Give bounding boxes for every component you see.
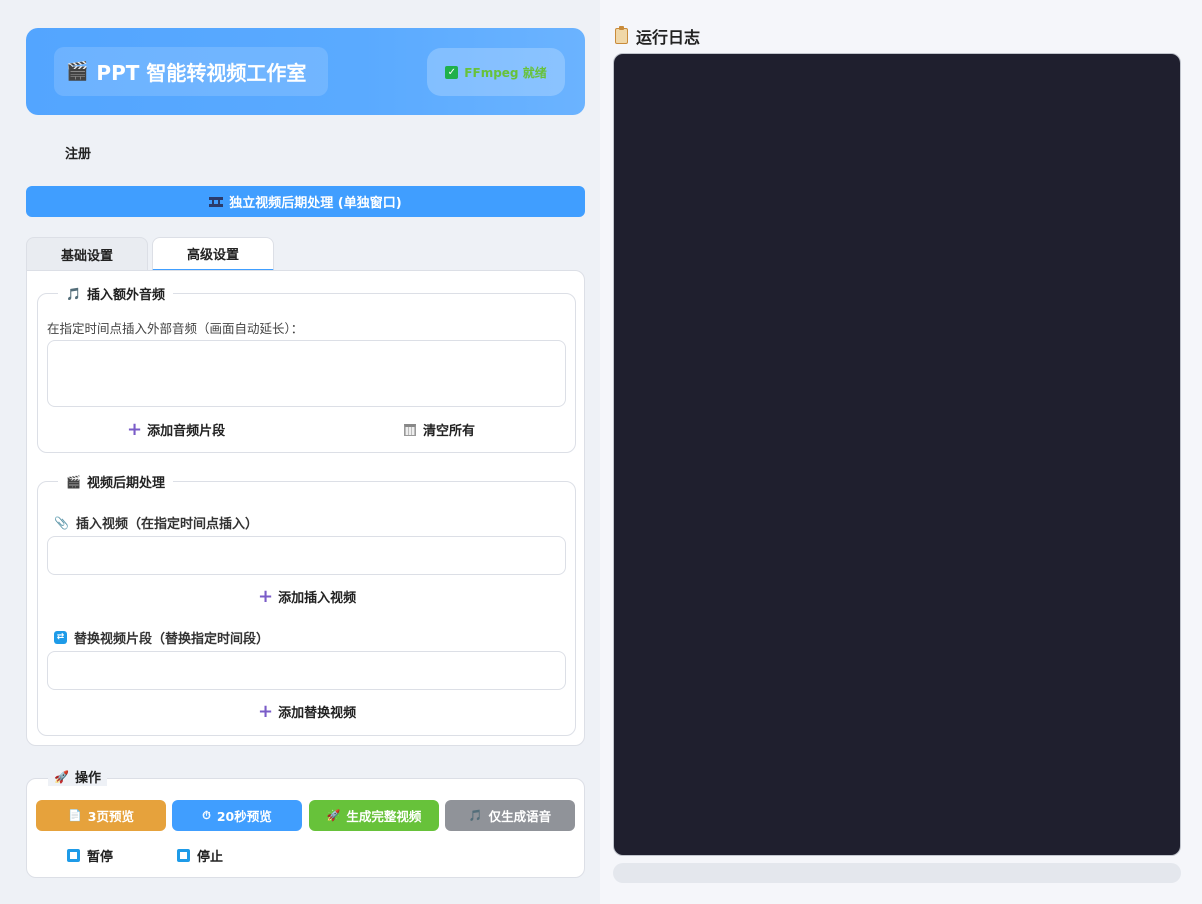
preview-3-pages-label: 3页预览 <box>87 809 134 824</box>
post-process-button-label: 独立视频后期处理 (单独窗口) <box>229 196 402 211</box>
preview-20-seconds-label: 20秒预览 <box>216 809 272 824</box>
add-replace-video-button[interactable]: + 添加替换视频 <box>258 702 356 721</box>
stop-label: 停止 <box>197 850 224 865</box>
insert-video-label-text: 插入视频（在指定时间点插入） <box>75 517 258 532</box>
log-title: 运行日志 <box>615 24 700 48</box>
app-title-text: PPT 智能转视频工作室 <box>96 61 307 85</box>
video-post-process-legend: 🎬 视频后期处理 <box>58 472 173 491</box>
ffmpeg-status-text: FFmpeg 就绪 <box>464 65 547 80</box>
music-note-icon: 🎵 <box>468 809 483 822</box>
stop-icon <box>177 849 190 862</box>
insert-video-list[interactable] <box>47 536 566 575</box>
clear-all-button[interactable]: 清空所有 <box>404 420 475 439</box>
generate-audio-only-button[interactable]: 🎵 仅生成语音 <box>445 800 575 831</box>
insert-audio-legend: 🎵 插入额外音频 <box>58 284 173 303</box>
app-header: 🎬 PPT 智能转视频工作室 ✓ FFmpeg 就绪 <box>26 28 585 115</box>
add-audio-clip-label: 添加音频片段 <box>147 424 226 439</box>
generate-full-video-label: 生成完整视频 <box>346 809 422 824</box>
stopwatch-icon: ⏱ <box>202 808 211 822</box>
advanced-settings-panel: 🎵 插入额外音频 在指定时间点插入外部音频（画面自动延长）： + 添加音频片段 … <box>26 270 585 746</box>
pause-icon <box>67 849 80 862</box>
register-link[interactable]: 注册 <box>65 143 91 162</box>
operations-legend: 🚀 操作 <box>48 767 107 786</box>
rocket-icon: 🚀 <box>54 769 69 784</box>
preview-3-pages-button[interactable]: 📄 3页预览 <box>36 800 166 831</box>
add-insert-video-button[interactable]: + 添加插入视频 <box>258 587 356 606</box>
trash-icon <box>404 423 416 436</box>
replace-video-label: ⇄ 替换视频片段（替换指定时间段） <box>54 628 269 647</box>
operations-panel: 📄 3页预览 ⏱ 20秒预览 🚀 生成完整视频 🎵 仅生成语音 暂停 停止 <box>26 778 585 878</box>
plus-icon: + <box>127 418 143 440</box>
insert-audio-group: 🎵 插入额外音频 在指定时间点插入外部音频（画面自动延长）： + 添加音频片段 … <box>37 284 576 453</box>
app-window: 🎬 PPT 智能转视频工作室 ✓ FFmpeg 就绪 注册 独立视频后期处理 (… <box>0 0 1202 904</box>
paperclip-icon: 📎 <box>54 515 69 530</box>
video-post-process-group: 🎬 视频后期处理 📎 插入视频（在指定时间点插入） + 添加插入视频 ⇄ 替换视… <box>37 472 576 736</box>
tab-basic-settings[interactable]: 基础设置 <box>26 237 148 271</box>
add-audio-clip-button[interactable]: + 添加音频片段 <box>127 420 225 439</box>
generate-audio-only-label: 仅生成语音 <box>488 809 552 824</box>
tab-advanced-settings[interactable]: 高级设置 <box>152 237 274 271</box>
insert-audio-description: 在指定时间点插入外部音频（画面自动延长）： <box>47 321 304 336</box>
film-icon <box>209 196 224 207</box>
replace-video-label-text: 替换视频片段（替换指定时间段） <box>74 632 270 647</box>
clear-all-label: 清空所有 <box>423 424 476 439</box>
generate-full-video-button[interactable]: 🚀 生成完整视频 <box>309 800 439 831</box>
pause-label: 暂停 <box>87 850 114 865</box>
swap-icon: ⇄ <box>54 631 67 644</box>
clapper-icon: 🎬 <box>66 474 81 489</box>
clapper-icon: 🎬 <box>66 61 89 82</box>
clipboard-icon <box>615 26 628 44</box>
add-replace-video-label: 添加替换视频 <box>278 706 357 721</box>
plus-icon: + <box>258 585 274 607</box>
music-note-icon: 🎵 <box>66 286 81 301</box>
preview-20-seconds-button[interactable]: ⏱ 20秒预览 <box>172 800 302 831</box>
progress-bar <box>613 863 1181 883</box>
left-panel: 🎬 PPT 智能转视频工作室 ✓ FFmpeg 就绪 注册 独立视频后期处理 (… <box>0 0 600 904</box>
app-title: 🎬 PPT 智能转视频工作室 <box>54 47 328 96</box>
rocket-icon: 🚀 <box>326 809 341 822</box>
add-insert-video-label: 添加插入视频 <box>278 591 357 606</box>
document-icon: 📄 <box>68 809 82 822</box>
stop-button[interactable]: 停止 <box>177 846 223 865</box>
ffmpeg-status-badge: ✓ FFmpeg 就绪 <box>427 48 565 96</box>
audio-clip-list[interactable] <box>47 340 566 407</box>
check-icon: ✓ <box>445 65 459 79</box>
insert-video-label: 📎 插入视频（在指定时间点插入） <box>54 513 258 533</box>
video-post-process-legend-text: 视频后期处理 <box>86 476 165 491</box>
plus-icon: + <box>258 700 274 722</box>
post-process-window-button[interactable]: 独立视频后期处理 (单独窗口) <box>26 186 585 217</box>
log-title-text: 运行日志 <box>636 28 701 47</box>
operations-legend-text: 操作 <box>74 771 101 786</box>
log-output[interactable] <box>613 53 1181 856</box>
replace-video-list[interactable] <box>47 651 566 690</box>
pause-button[interactable]: 暂停 <box>67 846 113 865</box>
insert-audio-legend-text: 插入额外音频 <box>86 288 165 303</box>
